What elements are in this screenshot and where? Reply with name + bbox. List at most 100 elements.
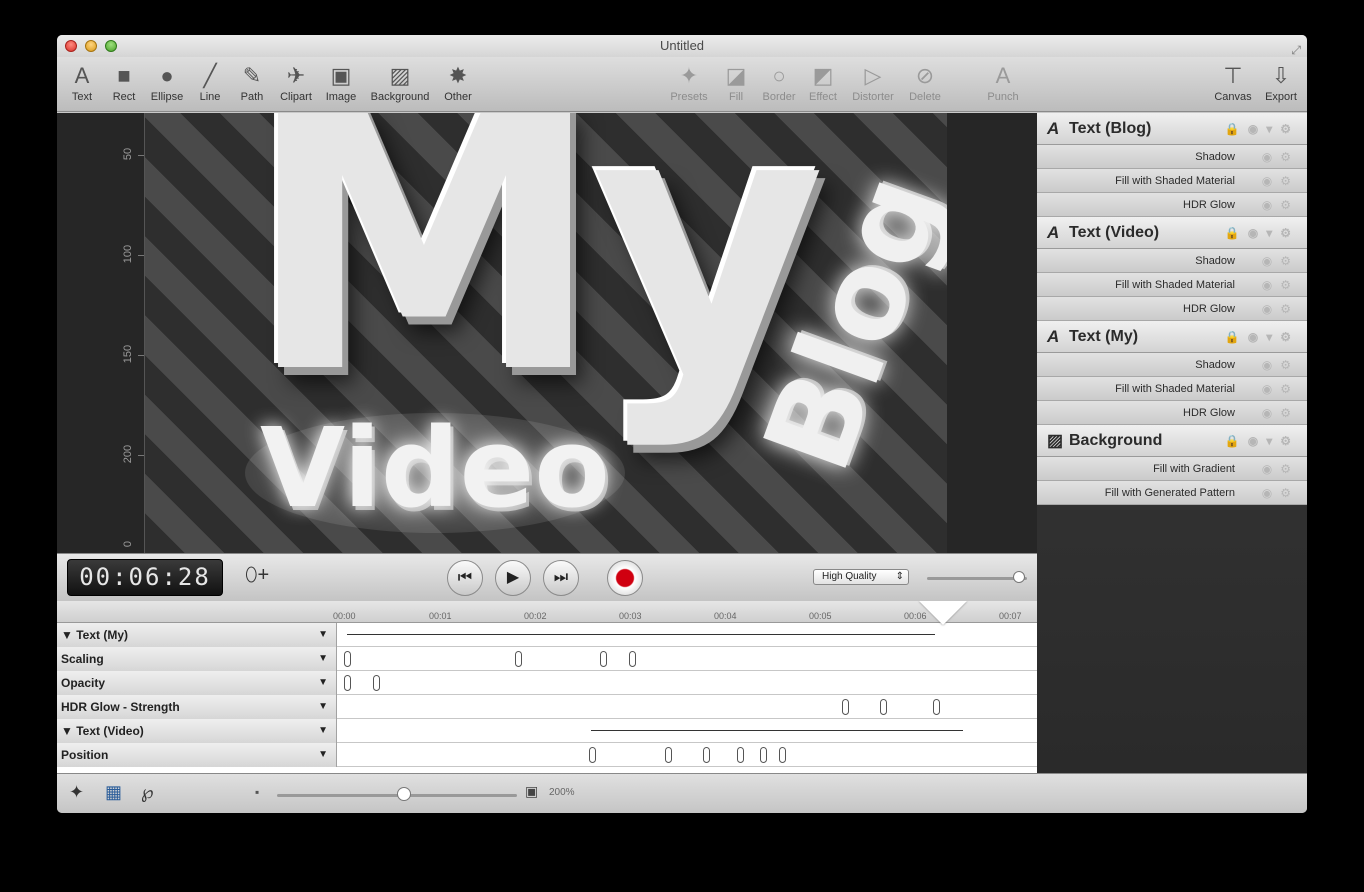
effect-row[interactable]: HDR Glow ◉⚙: [1037, 193, 1307, 217]
path-tool-button[interactable]: ✎ Path: [237, 61, 267, 103]
quality-slider-track[interactable]: [927, 577, 1027, 580]
clipart-tool-button[interactable]: ✈ Clipart: [277, 61, 315, 103]
effect-row[interactable]: Fill with Shaded Material ◉⚙: [1037, 169, 1307, 193]
timeline-row-scaling[interactable]: Scaling ▼: [57, 647, 1037, 671]
image-tool-button[interactable]: ▣ Image: [323, 61, 359, 103]
keyframe[interactable]: [629, 651, 636, 667]
keyframe[interactable]: [779, 747, 786, 763]
track[interactable]: [337, 647, 1037, 671]
tick-label: 00:00: [333, 611, 356, 621]
canvas-area[interactable]: 50 100 150 200 0 My Video Blog: [57, 113, 1037, 553]
row-menu-arrow-icon[interactable]: ▼: [318, 719, 328, 743]
timeline-row-position[interactable]: Position ▼: [57, 743, 1037, 767]
row-label: Scaling ▼: [57, 647, 337, 671]
artboard[interactable]: My Video Blog: [145, 113, 947, 553]
other-tool-button[interactable]: ✸ Other: [441, 61, 475, 103]
keyframe[interactable]: [373, 675, 380, 691]
record-button[interactable]: [607, 560, 643, 596]
keyframe[interactable]: [703, 747, 710, 763]
export-button[interactable]: ⇩ Export: [1261, 61, 1301, 103]
layer-controls[interactable]: 🔒◉▾⚙: [1225, 113, 1299, 145]
delete-button[interactable]: ⊘ Delete: [905, 61, 945, 103]
text-my[interactable]: My: [245, 113, 826, 423]
preview-icon[interactable]: ▦: [105, 782, 122, 803]
quality-select[interactable]: High Quality ⇕: [813, 569, 909, 585]
keyframe[interactable]: [665, 747, 672, 763]
rect-tool-button[interactable]: ■ Rect: [107, 61, 141, 103]
presets-button[interactable]: ✦ Presets: [669, 61, 709, 103]
time-ruler[interactable]: 00:00 00:01 00:02 00:03 00:04 00:05 00:0…: [57, 601, 1037, 625]
keyframe[interactable]: [737, 747, 744, 763]
zoom-slider-knob[interactable]: [397, 787, 411, 801]
effect-row[interactable]: HDR Glow ◉⚙: [1037, 297, 1307, 321]
effect-row[interactable]: Shadow ◉⚙: [1037, 249, 1307, 273]
row-menu-arrow-icon[interactable]: ▼: [318, 647, 328, 671]
curve-editor-icon[interactable]: ℘: [141, 782, 154, 803]
track[interactable]: [337, 695, 1037, 719]
track[interactable]: [337, 623, 1037, 647]
zoom-in-icon[interactable]: ▣: [525, 783, 538, 800]
row-menu-arrow-icon[interactable]: ▼: [318, 695, 328, 719]
canvas-button[interactable]: ⊤ Canvas: [1213, 61, 1253, 103]
layer-header-background[interactable]: ▨ Background 🔒◉▾⚙: [1037, 425, 1307, 457]
distorter-button[interactable]: ▷ Distorter: [847, 61, 899, 103]
fill-button[interactable]: ◪ Fill: [721, 61, 751, 103]
close-window-button[interactable]: [65, 40, 77, 52]
keyframe[interactable]: [600, 651, 607, 667]
timeline-row-text-video[interactable]: ▼ Text (Video) ▼: [57, 719, 1037, 743]
zoom-out-icon[interactable]: ▪: [255, 785, 259, 799]
layer-controls[interactable]: 🔒◉▾⚙: [1225, 425, 1299, 457]
zoom-window-button[interactable]: [105, 40, 117, 52]
text-tool-button[interactable]: A Text: [65, 61, 99, 103]
layer-controls[interactable]: 🔒◉▾⚙: [1225, 217, 1299, 249]
keyframe[interactable]: [933, 699, 940, 715]
go-to-end-button[interactable]: ⏭: [543, 560, 579, 596]
effect-row[interactable]: HDR Glow ◉⚙: [1037, 401, 1307, 425]
layer-header-text-blog[interactable]: A Text (Blog) 🔒◉▾⚙: [1037, 113, 1307, 145]
minimize-window-button[interactable]: [85, 40, 97, 52]
row-menu-arrow-icon[interactable]: ▼: [318, 743, 328, 767]
ruler-tick: [138, 155, 144, 156]
timeline-row-opacity[interactable]: Opacity ▼: [57, 671, 1037, 695]
effect-button[interactable]: ◩ Effect: [805, 61, 841, 103]
effect-row[interactable]: Fill with Shaded Material ◉⚙: [1037, 273, 1307, 297]
keyframe[interactable]: [344, 675, 351, 691]
track[interactable]: [337, 719, 1037, 743]
track[interactable]: [337, 743, 1037, 767]
duration-bar[interactable]: [347, 634, 935, 635]
disclosure-triangle-icon[interactable]: ▼: [61, 628, 73, 642]
background-tool-button[interactable]: ▨ Background: [367, 61, 433, 103]
keyframe[interactable]: [842, 699, 849, 715]
punch-button[interactable]: A Punch: [983, 61, 1023, 103]
keyframe[interactable]: [760, 747, 767, 763]
duration-bar[interactable]: [591, 730, 963, 731]
timeline-row-text-my[interactable]: ▼ Text (My) ▼: [57, 623, 1037, 647]
effect-row[interactable]: Shadow ◉⚙: [1037, 145, 1307, 169]
play-button[interactable]: ▶: [495, 560, 531, 596]
track[interactable]: [337, 671, 1037, 695]
add-keyframe-icon[interactable]: ⬯+: [245, 564, 269, 587]
ellipse-tool-button[interactable]: ● Ellipse: [147, 61, 187, 103]
disclosure-triangle-icon[interactable]: ▼: [61, 724, 73, 738]
layer-controls[interactable]: 🔒◉▾⚙: [1225, 321, 1299, 353]
keyframe[interactable]: [515, 651, 522, 667]
magic-wand-icon[interactable]: ✦: [69, 782, 84, 803]
row-menu-arrow-icon[interactable]: ▼: [318, 671, 328, 695]
border-button[interactable]: ○ Border: [759, 61, 799, 103]
go-to-start-button[interactable]: ⏮: [447, 560, 483, 596]
keyframe[interactable]: [589, 747, 596, 763]
text-video[interactable]: Video: [260, 413, 610, 523]
effect-row[interactable]: Fill with Shaded Material ◉⚙: [1037, 377, 1307, 401]
playhead[interactable]: [919, 601, 967, 625]
effect-row[interactable]: Fill with Generated Pattern ◉⚙: [1037, 481, 1307, 505]
effect-row[interactable]: Fill with Gradient ◉⚙: [1037, 457, 1307, 481]
layer-header-text-my[interactable]: A Text (My) 🔒◉▾⚙: [1037, 321, 1307, 353]
row-menu-arrow-icon[interactable]: ▼: [318, 623, 328, 647]
effect-row[interactable]: Shadow ◉⚙: [1037, 353, 1307, 377]
timeline-row-hdr-glow[interactable]: HDR Glow - Strength ▼: [57, 695, 1037, 719]
line-tool-button[interactable]: ╱ Line: [195, 61, 225, 103]
keyframe[interactable]: [880, 699, 887, 715]
quality-slider-knob[interactable]: [1013, 571, 1025, 583]
keyframe[interactable]: [344, 651, 351, 667]
layer-header-text-video[interactable]: A Text (Video) 🔒◉▾⚙: [1037, 217, 1307, 249]
